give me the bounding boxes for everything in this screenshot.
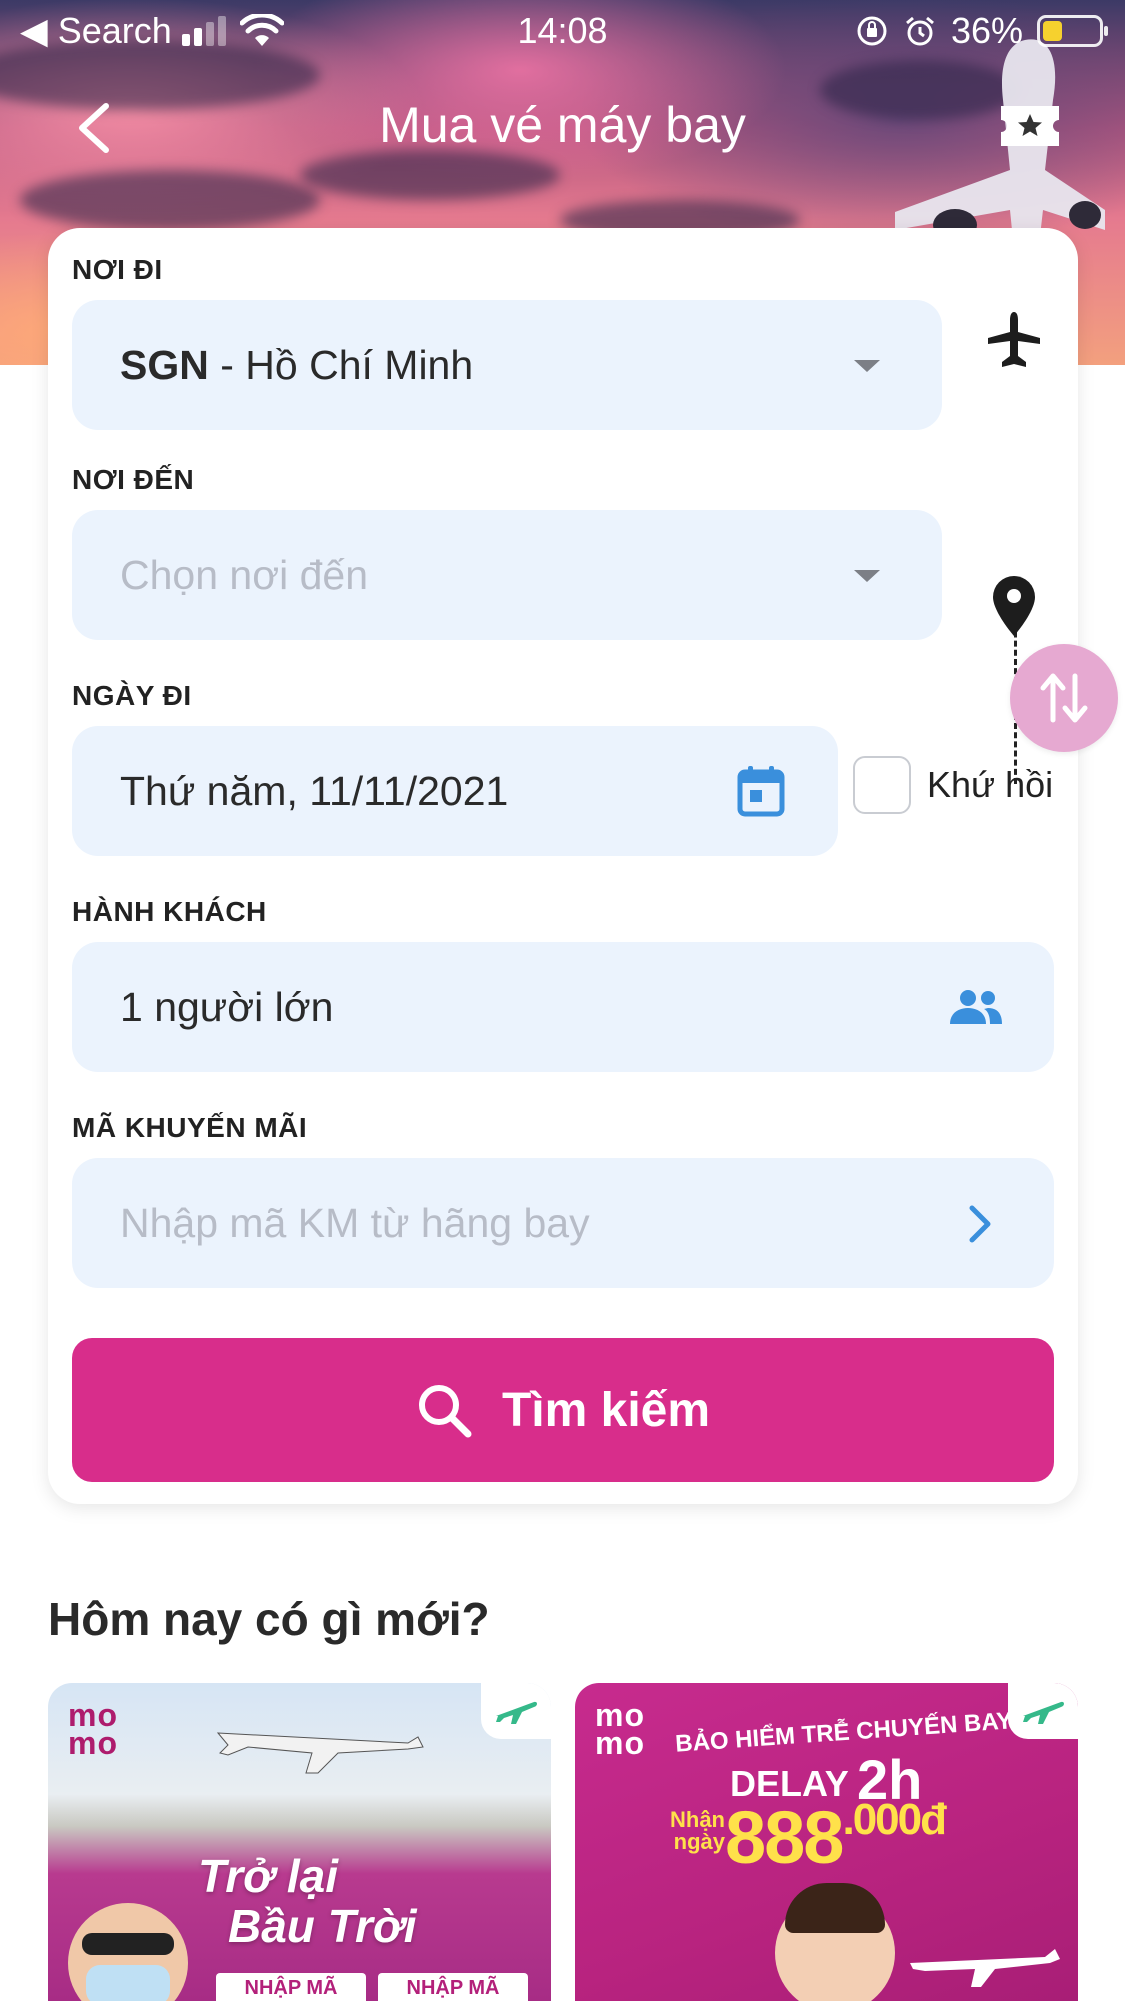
origin-label: NƠI ĐI	[72, 254, 163, 285]
departure-date-value: Thứ năm, 11/11/2021	[120, 767, 509, 814]
my-tickets-icon[interactable]	[995, 98, 1065, 154]
dropdown-caret-icon	[854, 570, 880, 582]
destination-pin-icon	[993, 576, 1035, 636]
banner-title: Trở lại Bầu Trời	[198, 1851, 417, 1951]
passengers-value: 1 người lớn	[120, 983, 334, 1030]
departure-date-field[interactable]: Thứ năm, 11/11/2021	[72, 726, 838, 856]
banner-person-image	[775, 1883, 895, 2001]
banner-title-line2: Bầu Trời	[228, 1900, 417, 1952]
destination-label: NƠI ĐẾN	[72, 464, 195, 495]
swap-arrows-icon	[1040, 673, 1088, 723]
origin-city: - Hồ Chí Minh	[208, 341, 474, 388]
swap-locations-button[interactable]	[1010, 644, 1118, 752]
promo-code-label: MÃ KHUYẾN MÃI	[72, 1112, 308, 1143]
banner-amount-suffix: .000đ	[842, 1795, 947, 1844]
back-to-app-link[interactable]: ◀ Search	[20, 10, 172, 52]
destination-placeholder: Chọn nơi đến	[120, 551, 369, 598]
departure-date-label: NGÀY ĐI	[72, 680, 192, 711]
round-trip-toggle[interactable]: Khứ hồi	[853, 756, 1053, 814]
status-bar: ◀ Search 14:08 36%	[0, 0, 1125, 60]
origin-code: SGN	[120, 341, 209, 388]
search-button-label: Tìm kiếm	[501, 1383, 711, 1437]
battery-percentage: 36%	[950, 10, 1023, 51]
momo-logo: mo mo	[68, 1697, 118, 1761]
banner-title-line1: Trở lại	[198, 1850, 338, 1902]
passengers-field[interactable]: 1 người lớn	[72, 942, 1054, 1072]
promo-banner-return-to-sky[interactable]: mo mo Trở lại Bầu Trời NHẬP MÃ NHẬP MÃ	[48, 1683, 551, 2001]
rotation-lock-icon	[857, 16, 887, 46]
promo-code-input[interactable]: Nhập mã KM từ hãng bay	[72, 1158, 1054, 1288]
flight-search-card: NƠI ĐI SGN - Hồ Chí Minh NƠI ĐẾN Chọn nơ…	[48, 228, 1118, 1504]
flight-tag	[481, 1683, 551, 1739]
flight-tag	[1008, 1683, 1078, 1739]
round-trip-checkbox[interactable]	[853, 756, 911, 814]
people-icon	[950, 990, 1002, 1024]
departure-plane-icon	[988, 312, 1040, 367]
promo-banner-delay-insurance[interactable]: mo mo BẢO HIỂM TRỄ CHUYẾN BAY DELAY 2h N…	[575, 1683, 1078, 2001]
round-trip-label: Khứ hồi	[927, 764, 1054, 805]
search-icon	[418, 1385, 472, 1438]
banner-headline: BẢO HIỂM TRỄ CHUYẾN BAY	[674, 1707, 1014, 1758]
promo-code-placeholder: Nhập mã KM từ hãng bay	[120, 1199, 590, 1246]
banner-amount: 888.000đ	[725, 1795, 947, 1880]
destination-select[interactable]: Chọn nơi đến	[72, 510, 942, 640]
banner-airplane-image	[216, 1732, 424, 1774]
origin-select[interactable]: SGN - Hồ Chí Minh	[72, 300, 942, 430]
news-section-title: Hôm nay có gì mới?	[48, 1593, 490, 1645]
cellular-signal-icon	[181, 16, 226, 46]
banner-receive: Nhận ngày	[670, 1807, 725, 1854]
alarm-icon	[905, 16, 934, 46]
wifi-icon	[239, 14, 284, 46]
banner-amount-main: 888	[725, 1796, 844, 1879]
airplane-icon	[1023, 1701, 1064, 1724]
dropdown-caret-icon	[854, 360, 880, 372]
airplane-icon	[496, 1701, 537, 1724]
promo-code-tag-a: NHẬP MÃ	[216, 1973, 366, 2001]
search-button[interactable]: Tìm kiếm	[72, 1338, 1054, 1482]
passengers-label: HÀNH KHÁCH	[72, 896, 267, 927]
banner-airplane-image	[910, 1949, 1060, 1987]
banner-person-image	[68, 1903, 188, 2001]
battery-icon	[1037, 15, 1108, 47]
back-chevron-icon[interactable]	[70, 100, 120, 156]
calendar-icon	[737, 766, 785, 817]
promo-code-tag-b: NHẬP MÃ	[378, 1973, 528, 2001]
chevron-right-icon	[969, 1205, 991, 1243]
momo-logo: mo mo	[595, 1697, 645, 1761]
